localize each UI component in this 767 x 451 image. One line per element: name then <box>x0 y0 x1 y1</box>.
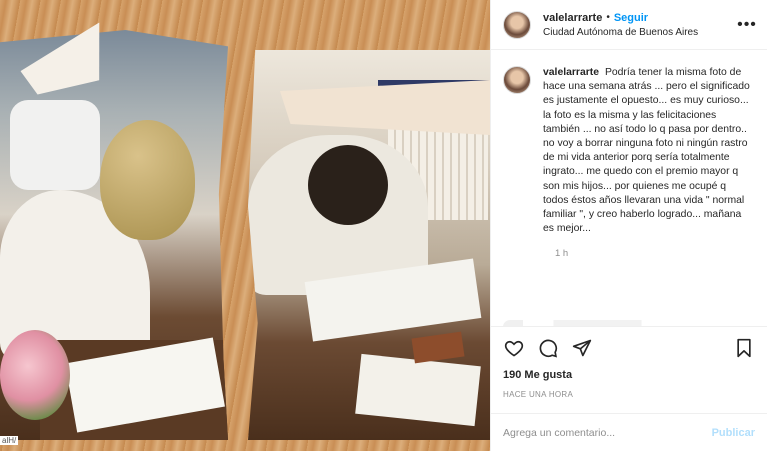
post-time-ago: HACE UNA HORA <box>503 390 574 399</box>
post-photo[interactable]: alH/ <box>0 0 490 451</box>
bookmark-icon[interactable] <box>733 337 755 359</box>
comments-area: valelarrarte Podría tener la misma foto … <box>491 50 767 326</box>
post-side-panel: valelarrarte • Seguir Ciudad Autónoma de… <box>490 0 767 451</box>
location-link[interactable]: Ciudad Autónoma de Buenos Aires <box>543 27 737 38</box>
follow-button[interactable]: Seguir <box>614 11 648 25</box>
caption-text: valelarrarte Podría tener la misma foto … <box>543 66 753 236</box>
avatar[interactable] <box>503 10 531 39</box>
comment-icon[interactable] <box>537 337 559 359</box>
separator-dot: • <box>606 12 610 23</box>
add-comment-bar: Publicar <box>491 413 767 451</box>
photo-watermark: alH/ <box>0 436 19 445</box>
likes-count[interactable]: 190 Me gusta <box>491 368 767 382</box>
avatar[interactable] <box>503 66 531 94</box>
comment-input[interactable] <box>503 426 712 439</box>
caption-body: Podría tener la misma foto de hace una s… <box>543 67 750 235</box>
post-header: valelarrarte • Seguir Ciudad Autónoma de… <box>491 0 767 50</box>
caption-username[interactable]: valelarrarte <box>543 67 599 78</box>
more-options-icon[interactable]: ••• <box>737 16 757 34</box>
share-icon[interactable] <box>571 337 593 359</box>
action-bar <box>491 326 767 368</box>
torn-photo-left-half <box>0 30 228 440</box>
heart-icon[interactable] <box>503 337 525 359</box>
publish-button[interactable]: Publicar <box>712 427 755 439</box>
next-comment-preview <box>503 320 755 326</box>
header-username[interactable]: valelarrarte <box>543 11 602 25</box>
instagram-post: alH/ valelarrarte • Seguir Ciudad Autóno… <box>0 0 767 451</box>
flower-bouquet <box>0 330 70 420</box>
caption-comment: valelarrarte Podría tener la misma foto … <box>503 66 755 236</box>
caption-timestamp[interactable]: 1 h <box>555 248 755 259</box>
